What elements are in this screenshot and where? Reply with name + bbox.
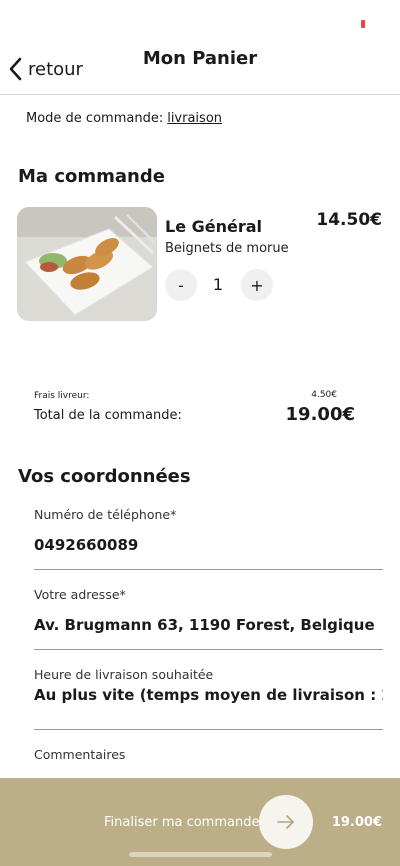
checkout-button[interactable] [259,795,313,849]
delivery-time-input[interactable] [34,686,383,704]
arrow-right-icon [277,815,294,829]
checkout-total: 19.00€ [331,815,382,830]
phone-field[interactable]: Numéro de téléphone* [34,507,383,570]
item-price: 14.50€ [316,210,382,230]
order-mode-link[interactable]: livraison [167,111,222,126]
phone-label: Numéro de téléphone* [34,507,177,522]
order-mode-label: Mode de commande: [26,111,164,126]
decrease-quantity-button[interactable]: - [165,269,197,301]
phone-input[interactable] [34,536,383,554]
address-label: Votre adresse* [34,587,126,602]
home-indicator [129,852,272,857]
increase-quantity-button[interactable]: + [241,269,273,301]
delivery-time-label: Heure de livraison souhaitée [34,667,214,682]
contact-heading: Vos coordonnées [18,466,191,487]
delivery-fee-value: 4.50€ [311,390,337,400]
quantity-value: 1 [212,275,224,294]
item-description: Beignets de morue [165,241,289,256]
delivery-time-field[interactable]: Heure de livraison souhaitée [34,667,383,730]
checkout-label[interactable]: Finaliser ma commande [104,815,259,830]
order-total-label: Total de la commande: [34,408,182,423]
page-title: Mon Panier [142,48,258,69]
order-heading: Ma commande [18,166,165,187]
delivery-fee-label: Frais livreur: [34,391,90,401]
item-image [17,207,157,321]
address-field[interactable]: Votre adresse* [34,587,383,650]
order-mode: Mode de commande: livraison [26,111,222,126]
comments-label: Commentaires [34,747,126,762]
address-input[interactable] [34,616,383,634]
item-name: Le Général [165,217,263,236]
header: retour Mon Panier [0,0,400,95]
order-total-value: 19.00€ [285,404,355,425]
